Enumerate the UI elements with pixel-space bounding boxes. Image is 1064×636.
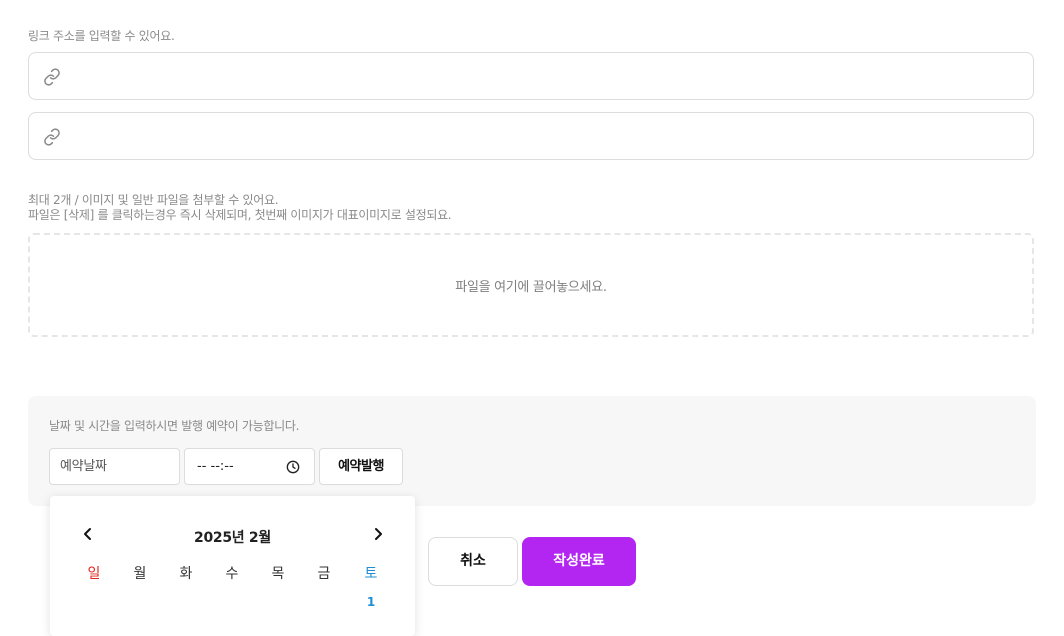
cancel-button[interactable]: 취소 bbox=[428, 537, 518, 586]
attachment-hint-line1: 최대 2개 / 이미지 및 일반 파일을 첨부할 수 있어요. bbox=[28, 193, 279, 207]
chevron-right-icon[interactable] bbox=[370, 526, 386, 542]
schedule-time-input[interactable]: -- --:-- bbox=[184, 448, 315, 485]
link-icon bbox=[44, 68, 60, 86]
link-input-1[interactable] bbox=[73, 53, 1021, 99]
time-value: -- --:-- bbox=[197, 459, 234, 474]
weekday-mon: 월 bbox=[133, 566, 147, 582]
weekday-thu: 목 bbox=[271, 566, 285, 582]
link-icon bbox=[44, 128, 60, 146]
attachment-hint: 최대 2개 / 이미지 및 일반 파일을 첨부할 수 있어요. 파일은 [삭제]… bbox=[28, 193, 452, 223]
link-field-1[interactable] bbox=[28, 52, 1034, 100]
schedule-hint: 날짜 및 시간을 입력하시면 발행 예약이 가능합니다. bbox=[49, 419, 300, 433]
clock-icon[interactable] bbox=[286, 460, 300, 474]
attachment-hint-line2: 파일은 [삭제] 를 클릭하는경우 즉시 삭제되며, 첫번째 이미지가 대표이미… bbox=[28, 208, 452, 222]
schedule-date-input[interactable]: 예약날짜 bbox=[49, 448, 180, 485]
schedule-panel: 날짜 및 시간을 입력하시면 발행 예약이 가능합니다. 예약날짜 -- --:… bbox=[28, 396, 1036, 506]
link-input-2[interactable] bbox=[73, 113, 1021, 159]
link-field-2[interactable] bbox=[28, 112, 1034, 160]
dropzone-text: 파일을 여기에 끌어놓으세요. bbox=[455, 279, 607, 295]
submit-button[interactable]: 작성완료 bbox=[522, 537, 636, 586]
file-dropzone[interactable]: 파일을 여기에 끌어놓으세요. bbox=[28, 233, 1034, 337]
weekday-fri: 금 bbox=[317, 566, 331, 582]
weekday-sat: 토 bbox=[364, 566, 378, 582]
schedule-publish-button[interactable]: 예약발행 bbox=[319, 448, 403, 485]
weekday-sun: 일 bbox=[87, 566, 101, 582]
date-picker-calendar: 2025년 2월 일 월 화 수 목 금 토 1 bbox=[50, 496, 415, 636]
link-hint: 링크 주소를 입력할 수 있어요. bbox=[28, 29, 175, 43]
calendar-day[interactable]: 1 bbox=[356, 595, 386, 609]
weekday-tue: 화 bbox=[179, 566, 193, 582]
weekday-wed: 수 bbox=[225, 566, 239, 582]
calendar-month-title: 2025년 2월 bbox=[194, 530, 271, 546]
